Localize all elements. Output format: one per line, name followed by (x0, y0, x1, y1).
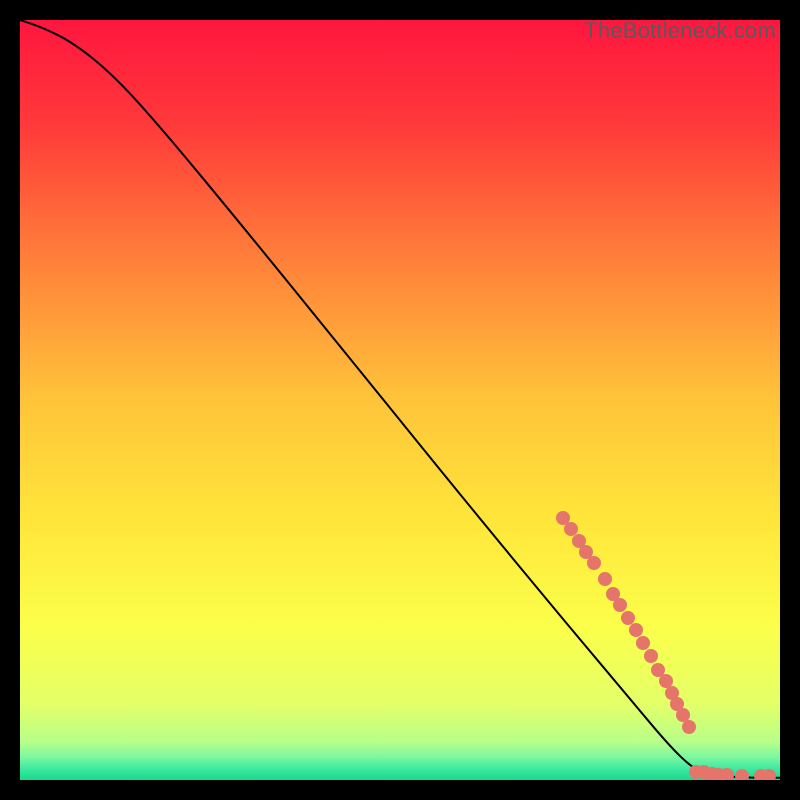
plot-area: TheBottleneck.com (20, 20, 780, 780)
main-curve (20, 20, 780, 778)
data-marker (587, 556, 601, 570)
data-marker (720, 768, 734, 780)
data-marker (598, 572, 612, 586)
watermark-text: TheBottleneck.com (584, 20, 776, 44)
data-marker (636, 636, 650, 650)
data-marker (735, 769, 749, 780)
chart-frame: TheBottleneck.com (0, 0, 800, 800)
data-marker (644, 649, 658, 663)
data-marker (762, 769, 776, 780)
data-marker (613, 598, 627, 612)
data-marker (629, 623, 643, 637)
curve-layer (20, 20, 780, 780)
data-marker (682, 720, 696, 734)
